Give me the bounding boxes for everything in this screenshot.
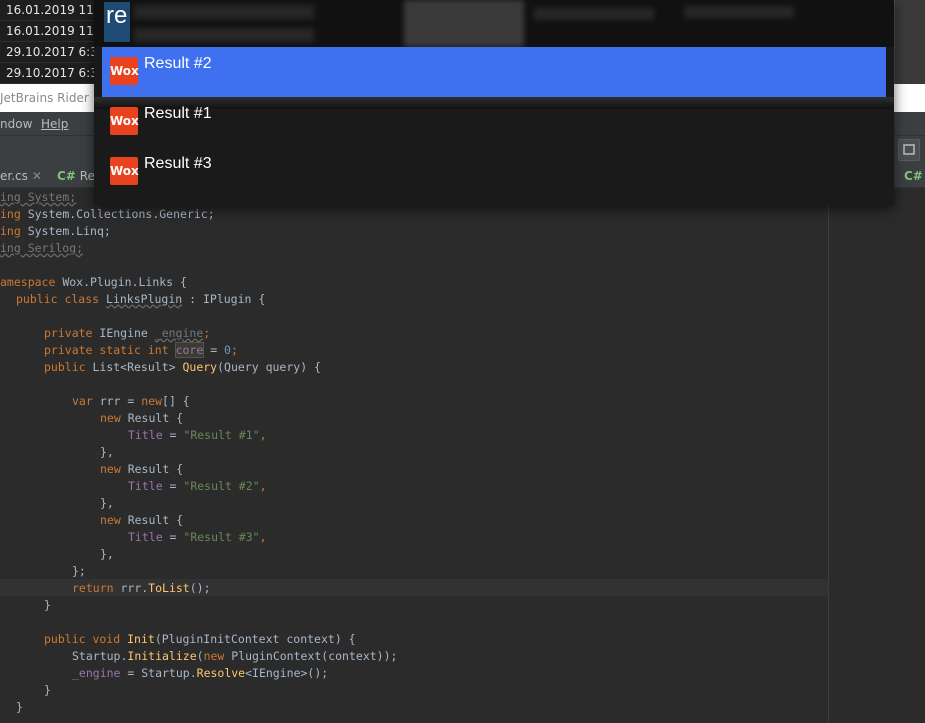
code-line: ing System; [0,190,77,204]
query-bar: re [94,0,894,47]
menu-help[interactable]: Help [41,117,68,131]
code-line: public void Init(PluginInitContext conte… [44,632,356,646]
code-line: }; [72,564,86,578]
split-icon [903,144,915,155]
code-line: new Result { [100,462,184,476]
blurred-background [684,6,794,18]
scrollbar[interactable] [894,21,925,42]
result-title: Result #2 [144,55,212,72]
code-line: public List<Result> Query(Query query) { [44,360,321,374]
code-line: Title = "Result #3", [128,530,267,544]
code-line: ing Serilog; [0,241,84,255]
result-item[interactable]: Wox Result #3 [102,147,886,197]
code-line: }, [100,445,114,459]
result-title: Result #1 [144,105,212,122]
code-line: amespace Wox.Plugin.Links { [0,275,187,289]
result-item[interactable]: Wox Result #2 [102,47,886,97]
tab-label: er.cs [0,169,28,183]
window-title: JetBrains Rider [0,91,89,105]
tab-provider-cs[interactable]: er.cs ✕ [0,164,42,188]
wox-icon: Wox [110,157,139,185]
close-icon[interactable]: ✕ [32,169,42,183]
code-editor[interactable]: ing System; ing System.Collections.Gener… [0,188,925,723]
code-line: new Result { [100,411,184,425]
wox-launcher: re Wox Result #2 Wox Result #1 Wox Resul… [94,0,894,205]
code-line: ing System.Linq; [0,224,111,238]
blurred-background [404,0,524,47]
code-line: private IEngine _engine; [44,326,211,340]
scrollbar[interactable] [894,0,925,21]
code-line: Title = "Result #2", [128,479,267,493]
csharp-icon: C# [904,169,923,183]
wox-icon: Wox [110,107,139,135]
result-item[interactable]: Wox Result #1 [102,97,886,147]
code-line: } [44,598,51,612]
blurred-background [134,28,314,42]
result-title: Result #3 [144,155,212,172]
wox-icon: Wox [110,57,139,85]
code-line: _engine = Startup.Resolve<IEngine>(); [72,666,329,680]
code-line: new Result { [100,513,184,527]
split-view-button[interactable] [898,139,920,161]
code-line: Startup.Initialize(new PluginContext(con… [72,649,398,663]
code-line: }, [100,547,114,561]
code-line: var rrr = new[] { [72,394,190,408]
code-line: public class LinksPlugin : IPlugin { [16,292,266,306]
code-line: } [16,700,23,714]
code-line: }, [100,496,114,510]
tab-engine-cs[interactable]: C# E [904,164,925,188]
code-line: ing System.Collections.Generic; [0,207,215,221]
search-input[interactable]: re [106,0,127,32]
menu-window[interactable]: ndow [0,117,32,131]
scrollbar[interactable] [894,42,925,63]
blurred-background [534,8,654,20]
code-line: private static int core = 0; [44,342,238,358]
code-line: Title = "Result #1", [128,428,267,442]
code-line: return rrr.ToList(); [72,581,211,595]
code-line: } [44,683,51,697]
scrollbar[interactable] [894,63,925,84]
blurred-background [134,5,314,19]
right-margin-guide [828,188,829,723]
csharp-icon: C# [57,169,76,183]
